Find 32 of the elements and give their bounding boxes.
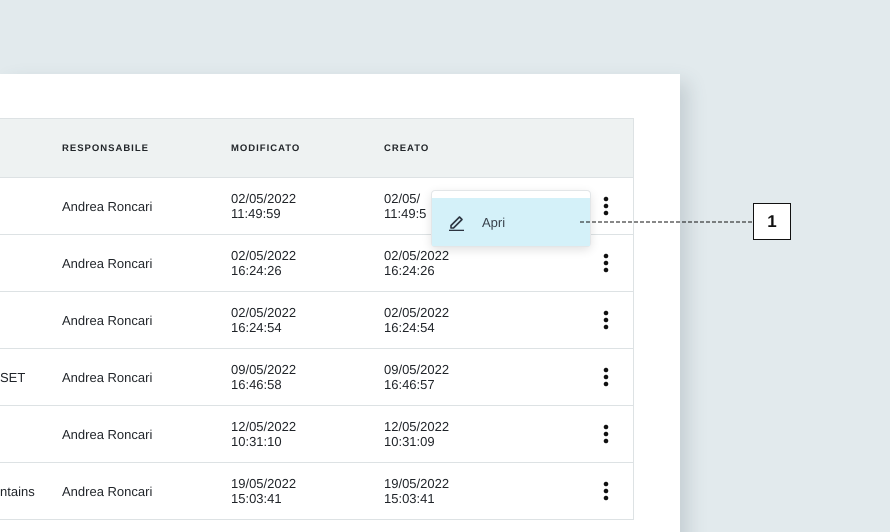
- date-time-text: 02/05/2022 11:49:59: [231, 191, 298, 221]
- date-time-text: 02/05/2022 16:24:54: [384, 305, 450, 335]
- date-time-text: 02/05/2022 16:24:26: [384, 248, 450, 278]
- date-time-text: 02/05/2022 16:24:54: [231, 305, 298, 335]
- more-options-icon: [603, 253, 609, 273]
- more-options-icon: [603, 481, 609, 501]
- date-time-text: 19/05/2022 15:03:41: [231, 476, 298, 506]
- more-options-icon: [603, 310, 609, 330]
- more-options-icon: [603, 424, 609, 444]
- menu-item[interactable]: Apri: [432, 198, 590, 246]
- date-time-text: 02/05/2022 16:24:26: [231, 248, 298, 278]
- table-cell: Andrea Roncari: [62, 256, 152, 270]
- date-time-text: 12/05/2022 10:31:10: [231, 419, 298, 449]
- column-header: CREATO: [384, 142, 430, 154]
- table-cell: ntains: [0, 484, 35, 498]
- date-time-text: 19/05/2022 15:03:41: [384, 476, 450, 506]
- more-options-icon: [603, 367, 609, 387]
- table-cell: Andrea Roncari: [62, 370, 152, 384]
- table-cell: Andrea Roncari: [62, 426, 152, 442]
- column-header: MODIFICATO: [231, 142, 302, 154]
- date-time-text: 02/05/ 11:49:5: [384, 191, 428, 221]
- more-options-icon: [603, 196, 609, 216]
- date-time-text: 09/05/2022 16:46:58: [231, 362, 298, 392]
- date-time-text: 09/05/2022 16:46:57: [384, 362, 450, 392]
- table-cell: Andrea Roncari: [62, 312, 152, 328]
- table-cell: Andrea Roncari: [62, 484, 152, 498]
- table-cell: Andrea Roncari: [62, 198, 152, 214]
- column-header: RESPONSABILE: [62, 142, 150, 154]
- callout-number: 1: [753, 203, 791, 240]
- pencil-icon: [448, 213, 466, 231]
- date-time-text: 12/05/2022 10:31:09: [384, 419, 450, 449]
- table-cell: SET: [0, 370, 26, 384]
